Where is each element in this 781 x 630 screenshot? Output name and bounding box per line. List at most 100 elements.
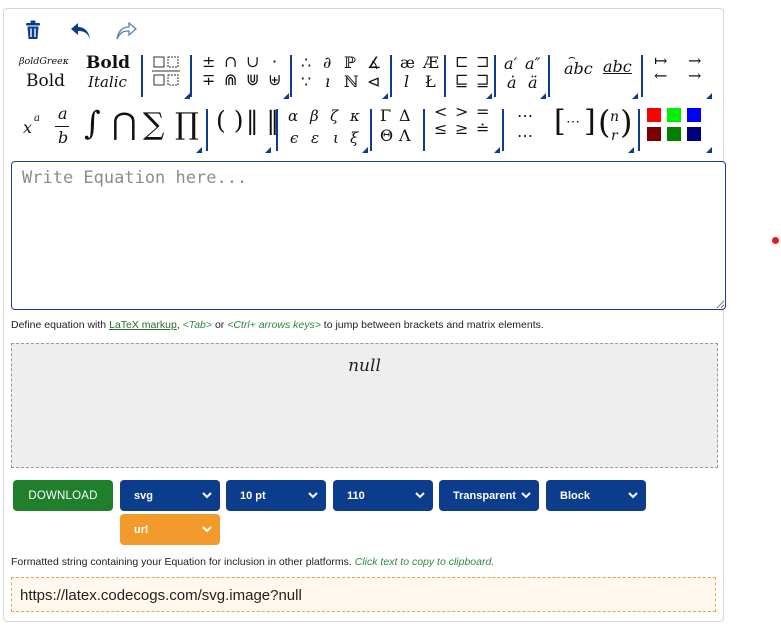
sqsubseteq-symbol: ⊑ (455, 71, 469, 90)
separator (370, 109, 372, 151)
dropdown-corner-icon (265, 147, 271, 153)
prod-symbol: ∏ (175, 107, 199, 142)
dropdown-corner-icon (382, 93, 388, 99)
bold-serif-label: Bold (86, 53, 131, 73)
preview-output: null (348, 356, 381, 376)
hint-suffix: to jump between brackets and matrix elem… (320, 319, 544, 331)
display-select-value: Block (560, 489, 590, 502)
layout-boxes-button[interactable] (152, 55, 184, 96)
chevron-down-icon (202, 526, 212, 533)
separator (290, 55, 292, 97)
sqsupset-symbol: ⊐ (476, 52, 490, 71)
separator (548, 55, 550, 97)
dropdown-corner-icon (494, 147, 500, 153)
cdot-symbol: · (272, 52, 278, 71)
parens-symbol: ( ) (216, 106, 244, 135)
dropdown-corner-icon (540, 93, 546, 99)
dropdown-corner-icon (362, 147, 368, 153)
separator (641, 55, 643, 97)
format-select[interactable]: svg (120, 480, 220, 511)
matrix-left-bracket-icon: [ (554, 104, 566, 139)
output-select-value: url (134, 523, 149, 536)
mp-symbol: ∓ (202, 70, 216, 89)
color-swatch-green[interactable] (667, 108, 681, 122)
Delta-symbol: Δ (399, 106, 411, 125)
binom-left-paren-icon: ( (598, 103, 611, 141)
background-select[interactable]: Transparent (439, 480, 539, 511)
size-select[interactable]: 10 pt (226, 480, 326, 511)
Lambda-symbol: Λ (399, 126, 411, 145)
separator (190, 55, 192, 97)
dropdown-corner-icon (628, 147, 634, 153)
chevron-down-icon (628, 492, 638, 499)
le-symbol: ≤ (434, 119, 448, 138)
N-symbol: ℕ (344, 72, 359, 91)
formatted-string-label: Formatted string containing your Equatio… (11, 556, 494, 568)
kappa-symbol: κ (350, 107, 360, 125)
output-select[interactable]: url (120, 514, 220, 545)
hint-tab: <Tab> (182, 319, 213, 331)
aprime-symbol: a′ (504, 54, 518, 73)
bigcap-symbol: ⋂ (112, 107, 137, 142)
redo-icon[interactable] (115, 21, 137, 45)
cdots2-symbol: ⋯ (517, 126, 533, 145)
Gamma-symbol: Γ (380, 106, 392, 125)
epsilon-symbol: ϵ (290, 129, 299, 147)
pm-symbol: ± (202, 52, 216, 71)
chevron-down-icon (521, 492, 531, 499)
rightarrow-symbol: → (688, 66, 702, 85)
undo-icon[interactable] (70, 22, 92, 45)
separator (206, 109, 208, 151)
color-swatch-red[interactable] (647, 108, 661, 122)
hint-mid2: or (212, 319, 228, 331)
formatted-text: Formatted string containing your Equatio… (11, 556, 355, 568)
alpha-symbol: α (288, 107, 299, 125)
iota-symbol: ι (333, 129, 339, 147)
color-swatch-navy[interactable] (687, 127, 701, 141)
dpi-select[interactable]: 110 (333, 480, 433, 511)
separator (390, 55, 392, 97)
hint-keys: <Ctrl+ arrows keys> (227, 319, 321, 331)
display-select[interactable]: Block (546, 480, 646, 511)
status-dot (772, 237, 779, 244)
separator (444, 55, 446, 97)
cup-symbol: ∪ (246, 52, 260, 71)
xi-symbol: ξ (350, 129, 359, 147)
ge-symbol: ≥ (455, 119, 469, 138)
color-swatch-darkgreen[interactable] (667, 127, 681, 141)
sqsubset-symbol: ⊏ (455, 52, 469, 71)
P-symbol: ℙ (344, 53, 357, 72)
fraction-bar (55, 126, 69, 127)
separator (276, 109, 278, 151)
equation-url-output[interactable]: https://latex.codecogs.com/svg.image?nul… (11, 577, 716, 612)
dropdown-corner-icon (632, 93, 638, 99)
binom-right-paren-icon: ) (620, 103, 633, 141)
dropdown-corner-icon (706, 147, 712, 153)
because-symbol: ∵ (301, 72, 312, 91)
varepsilon-symbol: ε (311, 129, 320, 147)
trash-icon[interactable] (24, 20, 42, 45)
fraction-denominator: b (58, 128, 69, 147)
zeta-symbol: ζ (330, 107, 339, 125)
chevron-down-icon (202, 492, 212, 499)
AE-symbol: Æ (423, 53, 440, 72)
dpi-select-value: 110 (347, 489, 365, 502)
latex-markup-link[interactable]: LaTeX markup (109, 319, 177, 331)
color-swatch-blue[interactable] (687, 108, 701, 122)
Theta-symbol: Θ (380, 126, 394, 145)
fraction-numerator: a (58, 104, 68, 123)
color-swatch-maroon[interactable] (647, 127, 661, 141)
equation-input[interactable] (11, 161, 726, 310)
matrix-right-bracket-icon: ] (584, 104, 596, 139)
superscript-base: x (23, 118, 33, 137)
download-button[interactable]: DOWNLOAD (13, 480, 113, 511)
bold-label: Bold (26, 71, 66, 91)
doteq-symbol: ≐ (476, 119, 490, 138)
separator (494, 55, 496, 97)
bold-greek-label: βoldGreeκ (19, 56, 69, 67)
therefore-symbol: ∴ (301, 53, 312, 72)
adprime-symbol: a″ (525, 54, 541, 73)
size-select-value: 10 pt (240, 489, 266, 502)
imath-symbol: ı (325, 72, 331, 91)
binom-n-symbol: n (610, 109, 620, 125)
